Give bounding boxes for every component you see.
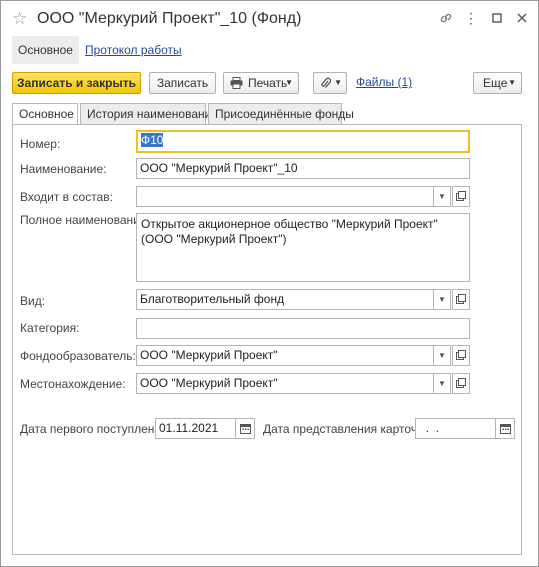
kind-label: Вид: [20,294,46,308]
open-form-icon [456,191,466,201]
name-input[interactable]: ООО "Меркурий Проект"_10 [136,158,470,179]
attachments-button[interactable]: ▼ [313,72,347,94]
location-label: Местонахождение: [20,377,126,391]
card-date-label: Дата представления карточки: [263,422,433,436]
open-form-icon [456,378,466,388]
founder-dropdown-button[interactable]: ▼ [434,345,451,366]
founder-label: Фондообразователь: [20,349,136,363]
kind-open-button[interactable] [452,289,470,310]
number-label: Номер: [20,137,61,151]
save-and-close-button[interactable]: Записать и закрыть [12,72,141,94]
category-label: Категория: [20,321,80,335]
open-form-icon [456,294,466,304]
tab-main[interactable]: Основное [12,103,78,126]
fund-form-window: ☆ ООО "Меркурий Проект"_10 (Фонд) ⋮ Осно… [0,0,539,567]
name-label: Наименование: [20,162,107,176]
parent-label: Входит в состав: [20,190,113,204]
print-label: Печать [248,76,288,90]
print-button[interactable]: Печать ▼ [223,72,299,94]
full-name-textarea[interactable]: Открытое акционерное общество "Меркурий … [136,213,470,282]
save-button[interactable]: Записать [149,72,216,94]
dropdown-arrow-icon: ▼ [334,78,342,87]
kind-input[interactable]: Благотворительный фонд [136,289,434,310]
paperclip-icon [321,77,331,88]
window-title: ООО "Меркурий Проект"_10 (Фонд) [37,10,302,27]
number-value: Ф10 [141,133,164,147]
kind-dropdown-button[interactable]: ▼ [434,289,451,310]
founder-input[interactable]: ООО "Меркурий Проект" [136,345,434,366]
number-input[interactable]: Ф10 [136,130,470,153]
card-date-input[interactable]: . . [415,418,496,439]
category-input[interactable] [136,318,470,339]
parent-input[interactable] [136,186,434,207]
printer-icon [230,77,243,89]
first-receipt-calendar-button[interactable] [236,418,255,439]
tab-name-history[interactable]: История наименований [80,103,218,125]
nav-tab-main[interactable]: Основное [12,36,79,64]
parent-dropdown-button[interactable]: ▼ [434,186,451,207]
star-icon[interactable]: ☆ [12,9,27,29]
location-dropdown-button[interactable]: ▼ [434,373,451,394]
files-link[interactable]: Файлы (1) [356,75,412,89]
link-icon[interactable] [438,9,454,27]
nav-link-log[interactable]: Протокол работы [79,36,188,64]
first-receipt-label: Дата первого поступления: [20,422,171,436]
card-date-calendar-button[interactable] [496,418,515,439]
open-form-icon [456,350,466,360]
more-button[interactable]: Еще ▼ [473,72,522,94]
full-name-label: Полное наименование: [20,213,150,227]
tab-joined-funds[interactable]: Присоединённые фонды [208,103,354,125]
location-open-button[interactable] [452,373,470,394]
maximize-icon[interactable] [489,9,505,27]
more-label: Еще [483,76,508,90]
location-input[interactable]: ООО "Меркурий Проект" [136,373,434,394]
founder-open-button[interactable] [452,345,470,366]
first-receipt-input[interactable]: 01.11.2021 [155,418,236,439]
dropdown-arrow-icon: ▼ [285,78,293,87]
dropdown-arrow-icon: ▼ [508,78,516,87]
calendar-icon [239,424,251,434]
parent-open-button[interactable] [452,186,470,207]
more-vert-icon[interactable]: ⋮ [463,9,479,27]
close-icon[interactable] [514,9,530,27]
calendar-icon [499,424,511,434]
